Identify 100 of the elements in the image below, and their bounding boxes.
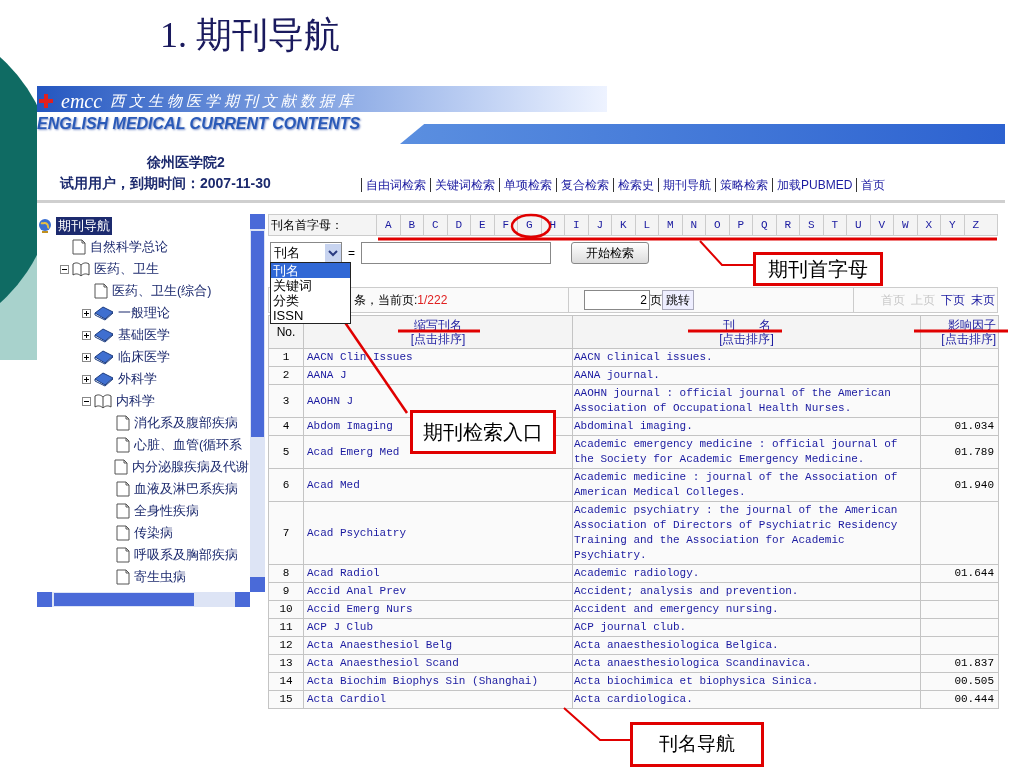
nav-link[interactable]: 首页	[856, 178, 890, 192]
row-number: 3	[282, 394, 290, 407]
journal-abbreviation[interactable]: AANA J	[307, 369, 347, 381]
letter-link[interactable]: W	[893, 215, 917, 235]
tree-item[interactable]: 消化系及腹部疾病	[133, 413, 239, 433]
journal-abbreviation[interactable]: Acad Psychiatry	[307, 526, 407, 539]
letter-link[interactable]: O	[705, 215, 729, 235]
journal-title: Accident; analysis and prevention.	[574, 585, 799, 597]
dropdown-option[interactable]: 关键词	[271, 278, 350, 293]
letter-link[interactable]: D	[446, 215, 470, 235]
horizontal-scrollbar[interactable]	[37, 592, 250, 607]
row-number: 9	[282, 585, 290, 597]
pager-link[interactable]: 末页	[971, 291, 995, 309]
letter-link[interactable]: C	[423, 215, 447, 235]
dropdown-option[interactable]: ISSN	[271, 308, 350, 323]
letter-link[interactable]: J	[587, 215, 611, 235]
tree-item[interactable]: 自然科学总论	[89, 237, 169, 257]
column-header[interactable]: 刊 名	[722, 318, 771, 332]
institution-name: 徐州医学院2	[147, 153, 225, 172]
tree-item[interactable]: 内分泌腺疾病及代谢	[131, 457, 250, 477]
tree-item[interactable]: 内科学	[115, 391, 156, 411]
journal-abbreviation[interactable]: Acta Cardiol	[307, 693, 387, 705]
letter-link[interactable]: B	[399, 215, 423, 235]
search-input[interactable]	[361, 242, 551, 264]
nav-link[interactable]: 期刊导航	[658, 178, 715, 192]
letter-link[interactable]: T	[822, 215, 846, 235]
expand-icon[interactable]	[81, 374, 91, 384]
sort-link[interactable]: [点击排序]	[719, 332, 774, 346]
journal-abbreviation[interactable]: Acad Med	[307, 478, 360, 491]
letter-link[interactable]: X	[916, 215, 940, 235]
journal-abbreviation[interactable]: Acad Radiol	[307, 567, 380, 579]
vertical-scrollbar[interactable]	[250, 214, 265, 592]
letter-link[interactable]: Y	[940, 215, 964, 235]
letter-link[interactable]: Q	[752, 215, 776, 235]
page-icon	[116, 481, 130, 497]
letter-link[interactable]: U	[846, 215, 870, 235]
nav-link[interactable]: 复合检索	[556, 178, 613, 192]
letter-link[interactable]: F	[493, 215, 517, 235]
collapse-icon[interactable]	[59, 264, 69, 274]
nav-link[interactable]: 策略检索	[715, 178, 772, 192]
letter-link[interactable]: Z	[963, 215, 987, 235]
sort-link[interactable]: [点击排序]	[410, 332, 466, 346]
journal-abbreviation[interactable]: AAOHN J	[307, 394, 354, 407]
slide-title: 1. 期刊导航	[160, 15, 340, 55]
letter-link[interactable]: E	[470, 215, 494, 235]
field-select[interactable]: 刊名	[270, 242, 342, 264]
letter-link[interactable]: L	[634, 215, 658, 235]
tree-item[interactable]: 全身性疾病	[133, 501, 200, 521]
expand-icon[interactable]	[81, 330, 91, 340]
journal-abbreviation[interactable]: ACP J Club	[307, 621, 373, 633]
letter-link[interactable]: K	[611, 215, 635, 235]
tree-item[interactable]: 血液及淋巴系疾病	[133, 479, 239, 499]
pager-link[interactable]: 下页	[941, 291, 965, 309]
collapse-icon[interactable]	[81, 396, 91, 406]
tree-item[interactable]: 心脏、血管(循环系	[133, 435, 244, 455]
tree-item[interactable]: 一般理论	[117, 303, 171, 323]
journal-title: ACP journal club.	[574, 621, 687, 633]
sort-link[interactable]: [点击排序]	[941, 332, 996, 346]
expand-icon[interactable]	[81, 308, 91, 318]
nav-link[interactable]: 加载PUBMED	[772, 178, 857, 192]
nav-link[interactable]: 关键词检索	[430, 178, 499, 192]
dropdown-option[interactable]: 分类	[271, 293, 350, 308]
impact-factor: 01.034	[954, 420, 994, 432]
letter-link[interactable]: I	[564, 215, 588, 235]
page-count: 1/222	[417, 292, 448, 309]
tree-item[interactable]: 医药、卫生	[93, 259, 160, 279]
page-input[interactable]: 2	[584, 290, 650, 310]
nav-link[interactable]: 检索史	[613, 178, 658, 192]
logo-subtitle: 西文生物医学期刊文献数据库	[110, 90, 358, 111]
letter-link[interactable]: R	[775, 215, 799, 235]
letter-link[interactable]: A	[376, 215, 400, 235]
leader-line	[699, 240, 754, 267]
tree-item[interactable]: 基础医学	[117, 325, 171, 345]
letter-link[interactable]: N	[681, 215, 705, 235]
dropdown-option[interactable]: 刊名	[271, 263, 350, 278]
tree-item[interactable]: 呼吸系及胸部疾病	[133, 545, 239, 565]
nav-link[interactable]: 单项检索	[499, 178, 556, 192]
row-number: 1	[282, 351, 290, 363]
column-header[interactable]: 缩写刊名	[414, 318, 462, 332]
journal-abbreviation[interactable]: Acad Emerg Med	[307, 445, 400, 458]
letter-link[interactable]: S	[799, 215, 823, 235]
search-button[interactable]: 开始检索	[571, 242, 649, 264]
column-header[interactable]: 影响因子	[948, 318, 996, 332]
callout-label: 期刊检索入口	[410, 410, 556, 454]
journal-title: Abdominal imaging.	[574, 420, 693, 432]
impact-factor: 00.505	[954, 675, 994, 687]
tree-item[interactable]: 临床医学	[117, 347, 171, 367]
journal-title: Acta anaesthesiologica Scandinavica.	[574, 657, 812, 669]
go-button[interactable]: 跳转	[662, 290, 694, 310]
letter-link[interactable]: V	[869, 215, 893, 235]
journal-title: Acta cardiologica.	[574, 693, 693, 705]
letter-link[interactable]: M	[658, 215, 682, 235]
nav-link[interactable]: 自由词检索	[361, 178, 430, 192]
tree-item[interactable]: 外科学	[117, 369, 158, 389]
tree-root[interactable]: 期刊导航	[56, 216, 112, 236]
tree-item[interactable]: 医药、卫生(综合)	[111, 281, 213, 301]
tree-item[interactable]: 传染病	[133, 523, 174, 543]
tree-item[interactable]: 寄生虫病	[133, 567, 187, 587]
expand-icon[interactable]	[81, 352, 91, 362]
letter-link[interactable]: P	[728, 215, 752, 235]
